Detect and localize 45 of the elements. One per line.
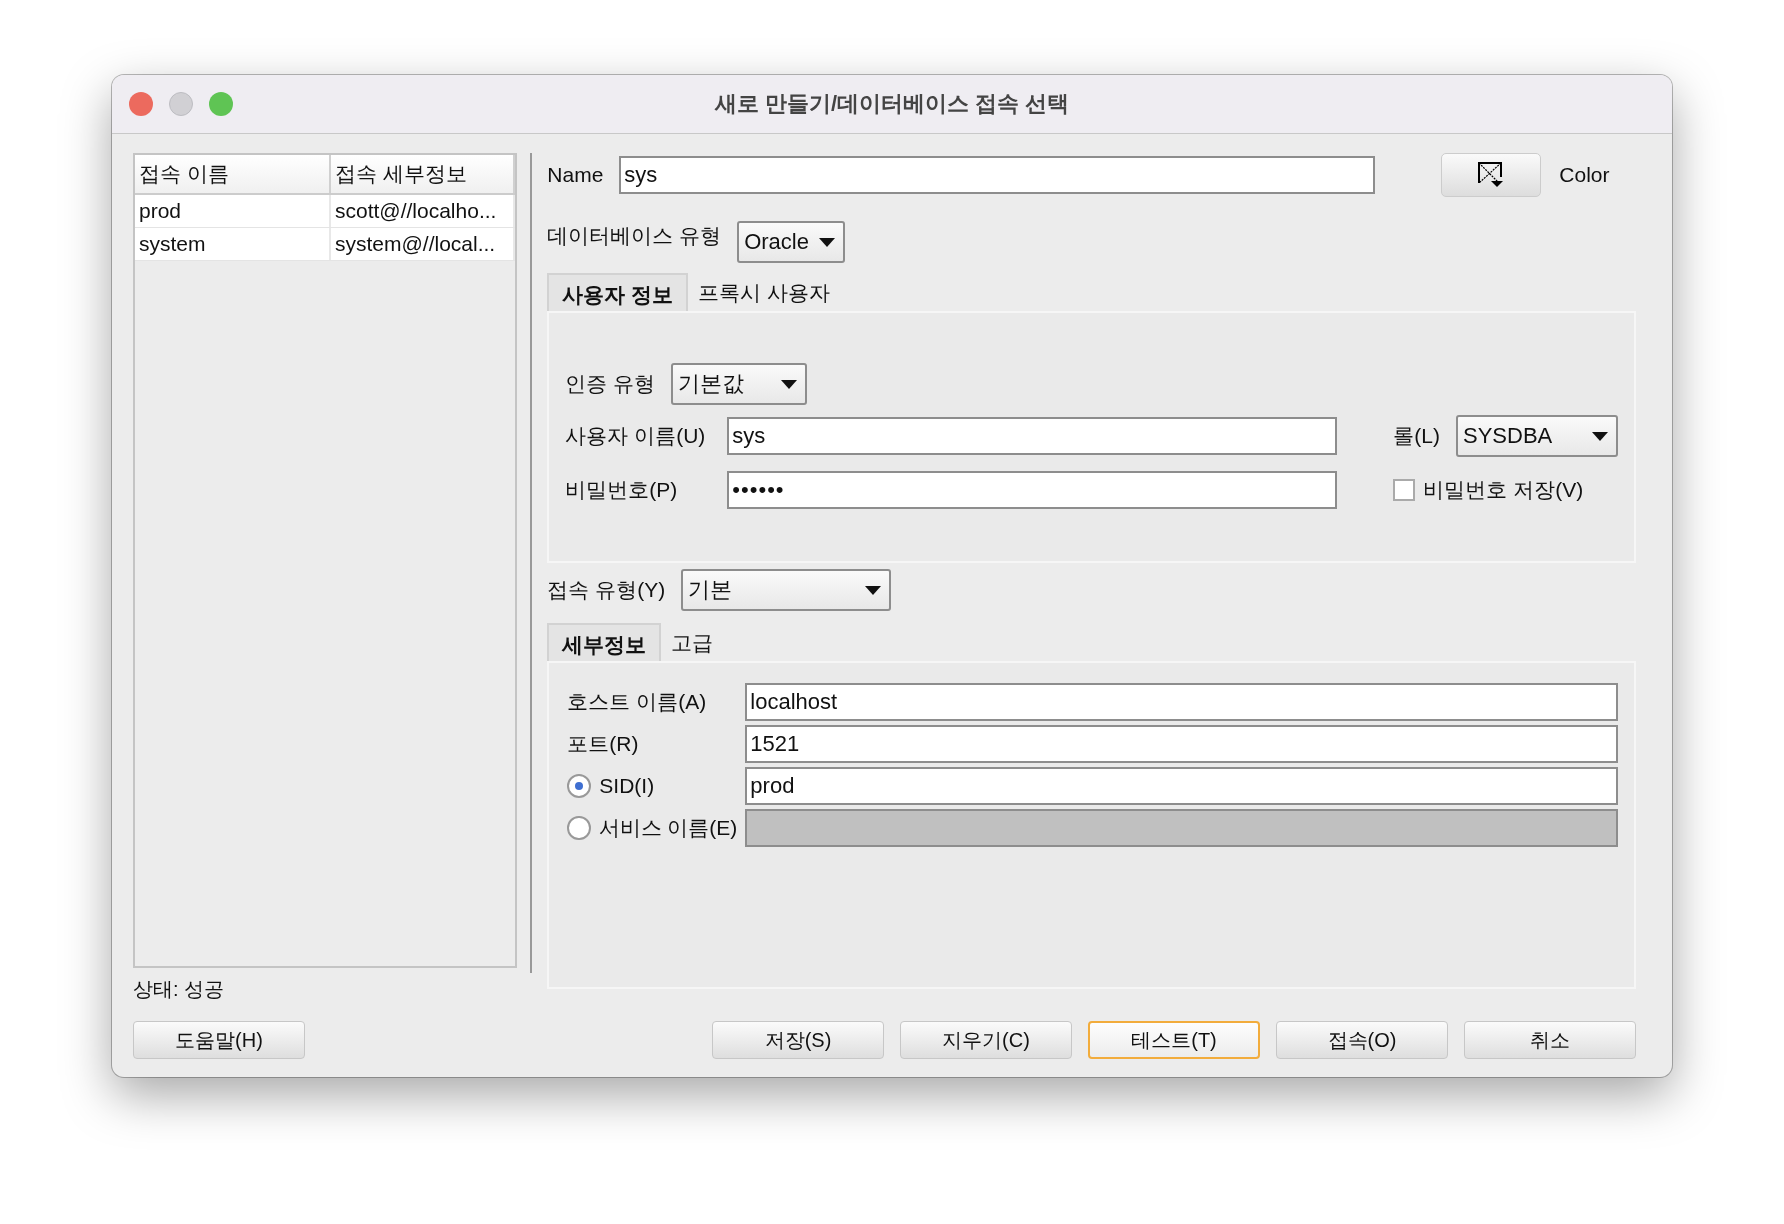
tab[interactable]: 세부정보 — [547, 623, 662, 661]
field-label: 호스트 이름(A) — [567, 689, 708, 715]
close-button[interactable] — [129, 92, 153, 116]
dialog-button[interactable]: 저장(S) — [712, 1021, 884, 1059]
field-label: 인증 유형 — [565, 371, 656, 397]
checkbox[interactable] — [1393, 479, 1416, 501]
tab[interactable]: 사용자 정보 — [547, 273, 689, 311]
input-field[interactable]: prod — [745, 767, 1618, 805]
window-title: 새로 만들기/데이터베이스 접속 선택 — [713, 90, 1071, 118]
dialog-button[interactable]: 테스트(T) — [1088, 1021, 1260, 1059]
field-label: 사용자 이름(U) — [565, 423, 707, 449]
name-field[interactable]: sys — [619, 156, 1376, 194]
password-field[interactable]: •••••• — [727, 471, 1338, 509]
radio-button[interactable] — [567, 774, 592, 798]
zoom-button[interactable] — [209, 92, 233, 116]
auth-type-dropdown[interactable]: 기본값 — [671, 363, 808, 405]
field-label: Color — [1559, 163, 1610, 187]
minimize-button[interactable] — [169, 92, 193, 116]
table-cell[interactable]: system — [135, 228, 331, 260]
field-label: 롤(L) — [1392, 423, 1440, 449]
field-label: 접속 유형(Y) — [547, 577, 666, 603]
status-text: 상태: 성공 — [133, 977, 226, 1002]
field-label: Name — [547, 163, 604, 187]
field-label: 포트(R) — [567, 731, 640, 757]
tab[interactable]: 프록시 사용자 — [688, 273, 840, 311]
connection-type-dropdown[interactable]: 기본 — [681, 569, 892, 611]
table-cell[interactable]: system@//local... — [331, 228, 516, 260]
host-field[interactable]: localhost — [745, 683, 1618, 721]
tab[interactable]: 고급 — [661, 623, 724, 661]
radio-label[interactable]: SID(I) — [599, 774, 655, 798]
help-button[interactable]: 도움말(H) — [133, 1021, 305, 1059]
checkbox-label[interactable]: 비밀번호 저장(V) — [1423, 476, 1584, 504]
port-field[interactable]: 1521 — [745, 725, 1618, 763]
dialog-button[interactable]: 접속(O) — [1276, 1021, 1448, 1059]
field-label: 데이터베이스 유형 — [547, 223, 722, 249]
username-field[interactable]: sys — [727, 417, 1338, 455]
field-label: 비밀번호(P) — [565, 477, 679, 503]
dialog-button[interactable]: 취소 — [1464, 1021, 1636, 1059]
dialog-button[interactable]: 지우기(C) — [900, 1021, 1072, 1059]
role-dropdown[interactable]: SYSDBA — [1456, 415, 1618, 457]
color-button[interactable] — [1441, 153, 1542, 197]
database-type-dropdown[interactable]: Oracle — [737, 221, 845, 263]
color-picker-icon — [1477, 161, 1506, 189]
column-header[interactable]: 접속 세부정보 — [331, 155, 516, 193]
column-header[interactable]: 접속 이름 — [135, 155, 331, 193]
